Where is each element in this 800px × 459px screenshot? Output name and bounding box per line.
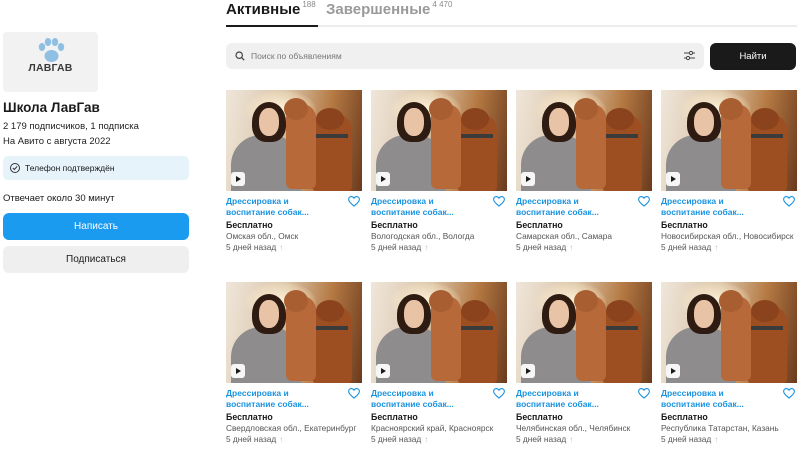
- listing-location: Самарская обл., Самара: [516, 231, 613, 241]
- listing-price: Бесплатно: [661, 220, 708, 230]
- listing-location: Республика Татарстан, Казань: [661, 423, 779, 433]
- listing-price: Бесплатно: [226, 412, 273, 422]
- listing-photo[interactable]: [226, 282, 362, 383]
- tab-completed[interactable]: Завершенные 4 470: [326, 0, 453, 18]
- listing-price: Бесплатно: [371, 220, 418, 230]
- play-icon: [666, 172, 680, 186]
- listing-date: 5 дней назад ↑: [661, 241, 719, 252]
- listing-location: Челябинская обл., Челябинск: [516, 423, 631, 433]
- listing-location: Свердловская обл., Екатеринбург: [226, 423, 357, 433]
- heart-icon[interactable]: [783, 388, 795, 399]
- play-icon: [666, 364, 680, 378]
- filter-icon[interactable]: [684, 50, 695, 61]
- listing-card[interactable]: Дрессировка и воспитание собак... Беспла…: [226, 90, 362, 253]
- listing-date: 5 дней назад ↑: [516, 433, 574, 444]
- listing-card[interactable]: Дрессировка и воспитание собак... Беспла…: [371, 282, 507, 445]
- listing-photo[interactable]: [371, 90, 507, 191]
- arrow-up-icon: ↑: [424, 434, 429, 444]
- arrow-up-icon: ↑: [714, 434, 719, 444]
- arrow-up-icon: ↑: [569, 434, 574, 444]
- listing-photo[interactable]: [516, 90, 652, 191]
- reply-time: Отвечает около 30 минут: [3, 193, 115, 204]
- heart-icon[interactable]: [638, 388, 650, 399]
- play-icon: [376, 364, 390, 378]
- heart-icon[interactable]: [493, 388, 505, 399]
- listing-price: Бесплатно: [371, 412, 418, 422]
- listing-card[interactable]: Дрессировка и воспитание собак... Беспла…: [516, 90, 652, 253]
- listing-title[interactable]: Дрессировка и воспитание собак...: [226, 196, 338, 218]
- write-message-button[interactable]: Написать: [3, 213, 189, 240]
- subscribe-button[interactable]: Подписаться: [3, 246, 189, 273]
- search-bar: [226, 43, 704, 69]
- listing-date: 5 дней назад ↑: [371, 241, 429, 252]
- tab-active-label: Активные: [226, 1, 301, 18]
- member-since: На Авито с августа 2022: [3, 136, 111, 147]
- listing-date: 5 дней назад ↑: [516, 241, 574, 252]
- listing-photo[interactable]: [661, 282, 797, 383]
- tab-active[interactable]: Активные 188: [226, 0, 316, 18]
- listing-location: Вологодская обл., Вологда: [371, 231, 475, 241]
- check-circle-icon: [10, 163, 20, 173]
- followers-count[interactable]: 2 179 подписчиков, 1 подписка: [3, 119, 189, 134]
- active-tab-underline: [226, 25, 318, 27]
- listing-location: Новосибирская обл., Новосибирск: [661, 231, 794, 241]
- heart-icon[interactable]: [348, 196, 360, 207]
- logo-text: ЛАВГАВ: [28, 62, 73, 74]
- listing-date: 5 дней назад ↑: [371, 433, 429, 444]
- listing-title[interactable]: Дрессировка и воспитание собак...: [661, 196, 773, 218]
- arrow-up-icon: ↑: [569, 242, 574, 252]
- search-input[interactable]: [251, 51, 671, 61]
- play-icon: [521, 172, 535, 186]
- listing-price: Бесплатно: [226, 220, 273, 230]
- listing-price: Бесплатно: [516, 412, 563, 422]
- shop-logo[interactable]: ЛАВГАВ: [3, 32, 98, 92]
- listing-photo[interactable]: [371, 282, 507, 383]
- listing-photo[interactable]: [661, 90, 797, 191]
- tab-active-count: 188: [302, 0, 316, 9]
- tab-completed-count: 4 470: [432, 0, 453, 9]
- listing-location: Красноярский край, Красноярск: [371, 423, 494, 433]
- heart-icon[interactable]: [493, 196, 505, 207]
- listing-price: Бесплатно: [516, 220, 563, 230]
- listing-card[interactable]: Дрессировка и воспитание собак... Беспла…: [226, 282, 362, 445]
- arrow-up-icon: ↑: [714, 242, 719, 252]
- listing-title[interactable]: Дрессировка и воспитание собак...: [516, 196, 628, 218]
- arrow-up-icon: ↑: [279, 242, 284, 252]
- listing-card[interactable]: Дрессировка и воспитание собак... Беспла…: [661, 90, 797, 253]
- listing-price: Бесплатно: [661, 412, 708, 422]
- listing-date: 5 дней назад ↑: [226, 241, 284, 252]
- shop-name[interactable]: Школа ЛавГав: [3, 100, 189, 115]
- listing-title[interactable]: Дрессировка и воспитание собак...: [661, 388, 773, 410]
- play-icon: [376, 172, 390, 186]
- listing-photo[interactable]: [226, 90, 362, 191]
- listing-title[interactable]: Дрессировка и воспитание собак...: [371, 196, 483, 218]
- paw-icon: [38, 38, 65, 62]
- listing-card[interactable]: Дрессировка и воспитание собак... Беспла…: [516, 282, 652, 445]
- heart-icon[interactable]: [638, 196, 650, 207]
- listing-location: Омская обл., Омск: [226, 231, 299, 241]
- listing-photo[interactable]: [516, 282, 652, 383]
- listing-title[interactable]: Дрессировка и воспитание собак...: [371, 388, 483, 410]
- listing-title[interactable]: Дрессировка и воспитание собак...: [516, 388, 628, 410]
- listing-card[interactable]: Дрессировка и воспитание собак... Беспла…: [661, 282, 797, 445]
- play-icon: [521, 364, 535, 378]
- profile-sidebar: ЛАВГАВ Школа ЛавГав 2 179 подписчиков, 1…: [3, 32, 189, 273]
- listing-tabs: Активные 188 Завершенные 4 470: [226, 0, 797, 27]
- play-icon: [231, 364, 245, 378]
- arrow-up-icon: ↑: [424, 242, 429, 252]
- arrow-up-icon: ↑: [279, 434, 284, 444]
- listing-card[interactable]: Дрессировка и воспитание собак... Беспла…: [371, 90, 507, 253]
- play-icon: [231, 172, 245, 186]
- listing-date: 5 дней назад ↑: [226, 433, 284, 444]
- heart-icon[interactable]: [348, 388, 360, 399]
- listing-date: 5 дней назад ↑: [661, 433, 719, 444]
- verified-label: Телефон подтверждён: [25, 163, 115, 173]
- find-button[interactable]: Найти: [710, 43, 796, 70]
- tab-completed-label: Завершенные: [326, 1, 431, 18]
- verified-badge: Телефон подтверждён: [3, 156, 189, 180]
- listing-title[interactable]: Дрессировка и воспитание собак...: [226, 388, 338, 410]
- heart-icon[interactable]: [783, 196, 795, 207]
- search-icon: [235, 51, 245, 61]
